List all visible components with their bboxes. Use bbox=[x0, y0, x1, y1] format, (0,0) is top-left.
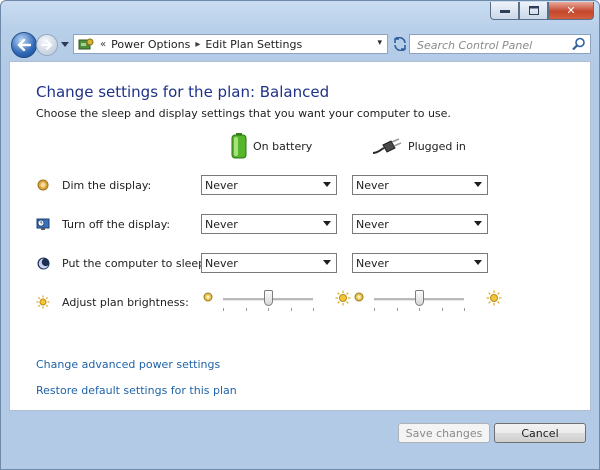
maximize-button[interactable] bbox=[519, 2, 548, 20]
close-icon: ✕ bbox=[566, 4, 576, 17]
breadcrumb-overflow[interactable]: « bbox=[95, 39, 111, 50]
slider-tick bbox=[290, 308, 292, 311]
chevron-down-icon bbox=[474, 182, 482, 187]
maximize-icon bbox=[528, 6, 539, 15]
setting-label-sleep: Put the computer to sleep: bbox=[62, 256, 209, 270]
column-header-battery: On battery bbox=[231, 133, 312, 159]
dim-display-battery-select[interactable]: Never bbox=[201, 175, 337, 195]
navigation-bar: « Power Options ▸ Edit Plan Settings ▾ bbox=[9, 30, 591, 58]
slider-tick bbox=[374, 308, 375, 311]
slider-tick bbox=[441, 308, 443, 311]
page-title: Change settings for the plan: Balanced bbox=[36, 83, 330, 101]
refresh-button[interactable] bbox=[390, 34, 410, 54]
back-button[interactable] bbox=[11, 32, 37, 58]
chevron-down-icon bbox=[474, 260, 482, 265]
dim-display-plugged-select[interactable]: Never bbox=[352, 175, 488, 195]
breadcrumb-separator[interactable]: ▸ bbox=[190, 39, 205, 50]
refresh-icon bbox=[394, 37, 406, 51]
save-changes-button[interactable]: Save changes bbox=[398, 423, 490, 443]
slider-tick bbox=[313, 308, 314, 311]
chevron-down-icon bbox=[323, 221, 331, 226]
slider-tick bbox=[464, 308, 465, 311]
sleep-moon-icon bbox=[36, 256, 50, 270]
setting-row-turn-off-display: Turn off the display: bbox=[36, 214, 170, 234]
slider-thumb[interactable] bbox=[414, 290, 424, 306]
search-input[interactable] bbox=[415, 36, 579, 55]
recent-pages-button[interactable] bbox=[60, 38, 70, 50]
chevron-down-icon bbox=[323, 182, 331, 187]
chevron-down-icon bbox=[474, 221, 482, 226]
chevron-down-icon bbox=[323, 260, 331, 265]
brightness-slider-plugged[interactable] bbox=[354, 287, 502, 311]
content-pane: Change settings for the plan: Balanced C… bbox=[9, 61, 591, 411]
dim-brightness-icon bbox=[354, 292, 364, 302]
chevron-down-icon bbox=[61, 41, 69, 47]
forward-arrow-icon bbox=[41, 40, 53, 50]
search-box[interactable] bbox=[409, 34, 591, 55]
address-dropdown-icon[interactable]: ▾ bbox=[377, 38, 382, 48]
column-header-plugged: Plugged in bbox=[372, 137, 466, 155]
select-value: Never bbox=[356, 178, 389, 192]
column-label-plugged: Plugged in bbox=[408, 139, 466, 153]
setting-label-brightness: Adjust plan brightness: bbox=[62, 295, 189, 309]
restore-default-settings-link[interactable]: Restore default settings for this plan bbox=[36, 384, 237, 397]
brightness-slider-battery[interactable] bbox=[203, 287, 351, 311]
control-panel-window: ✕ « Power Options ▸ Edit Plan Settings ▾ bbox=[0, 0, 600, 470]
select-value: Never bbox=[205, 256, 238, 270]
breadcrumb-edit-plan-settings[interactable]: Edit Plan Settings bbox=[205, 38, 302, 51]
setting-label-dim-display: Dim the display: bbox=[62, 178, 152, 192]
select-value: Never bbox=[356, 256, 389, 270]
breadcrumb-power-options[interactable]: Power Options bbox=[111, 38, 190, 51]
slider-tick bbox=[419, 308, 420, 311]
slider-tick bbox=[268, 308, 269, 311]
slider-tick bbox=[396, 308, 398, 311]
slider-thumb[interactable] bbox=[263, 290, 273, 306]
turn-off-display-plugged-select[interactable]: Never bbox=[352, 214, 488, 234]
change-advanced-power-settings-link[interactable]: Change advanced power settings bbox=[36, 358, 220, 371]
bright-brightness-icon bbox=[486, 290, 502, 306]
cancel-button[interactable]: Cancel bbox=[494, 423, 586, 443]
slider-tick bbox=[245, 308, 247, 311]
column-label-battery: On battery bbox=[253, 139, 313, 153]
back-arrow-icon bbox=[17, 39, 31, 51]
select-value: Never bbox=[356, 217, 389, 231]
battery-icon bbox=[231, 133, 247, 159]
caption-buttons: ✕ bbox=[490, 2, 594, 20]
dim-brightness-icon bbox=[203, 292, 213, 302]
sleep-plugged-select[interactable]: Never bbox=[352, 253, 488, 273]
power-plug-icon bbox=[372, 138, 402, 154]
turn-off-display-battery-select[interactable]: Never bbox=[201, 214, 337, 234]
address-bar[interactable]: « Power Options ▸ Edit Plan Settings ▾ bbox=[73, 34, 388, 54]
bright-brightness-icon bbox=[335, 290, 351, 306]
select-value: Never bbox=[205, 178, 238, 192]
setting-label-turn-off-display: Turn off the display: bbox=[62, 217, 171, 231]
sleep-battery-select[interactable]: Never bbox=[201, 253, 337, 273]
dim-display-icon bbox=[36, 178, 50, 192]
slider-tick bbox=[223, 308, 224, 311]
setting-row-dim-display: Dim the display: bbox=[36, 175, 151, 195]
forward-button[interactable] bbox=[36, 34, 58, 56]
control-panel-icon bbox=[77, 36, 95, 52]
setting-row-sleep: Put the computer to sleep: bbox=[36, 253, 209, 273]
select-value: Never bbox=[205, 217, 238, 231]
minimize-icon bbox=[499, 9, 510, 13]
search-icon[interactable] bbox=[572, 37, 586, 51]
close-button[interactable]: ✕ bbox=[548, 2, 594, 20]
page-subtitle: Choose the sleep and display settings th… bbox=[36, 107, 451, 120]
setting-row-brightness: Adjust plan brightness: bbox=[36, 292, 189, 312]
brightness-sun-icon bbox=[36, 295, 50, 309]
display-off-icon bbox=[36, 217, 50, 231]
minimize-button[interactable] bbox=[490, 2, 519, 20]
